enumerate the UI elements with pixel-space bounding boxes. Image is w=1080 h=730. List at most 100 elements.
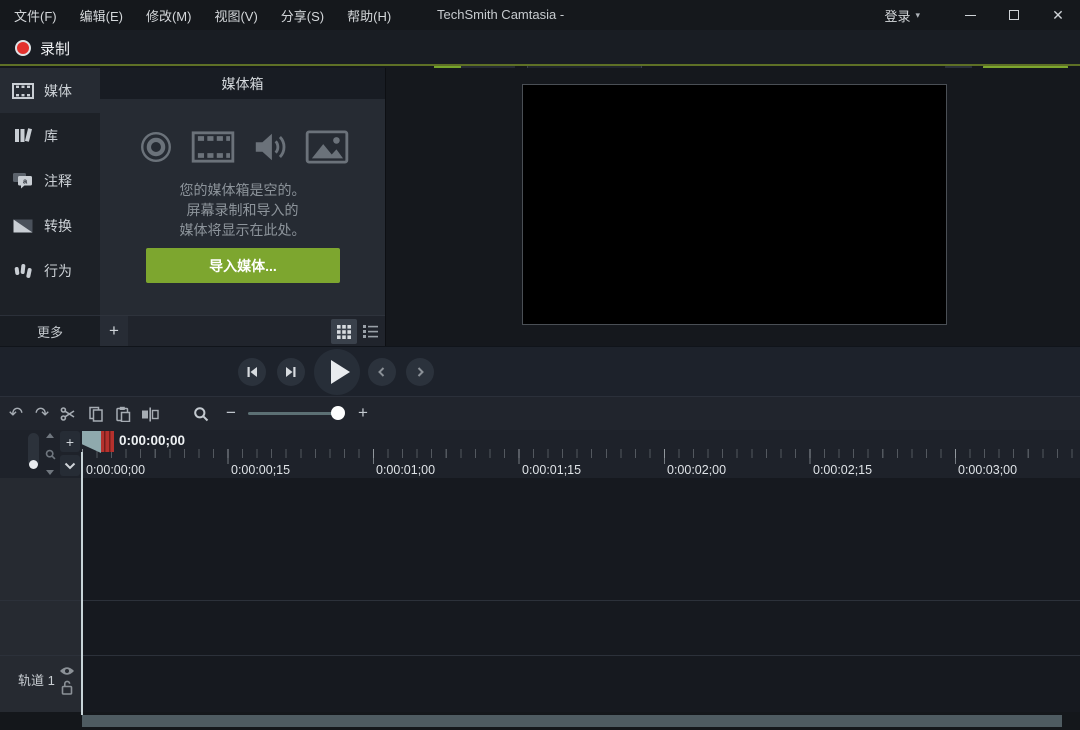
login-label: 登录 [884,6,910,25]
sidebar-label-behaviors: 行为 [44,261,72,281]
jump-forward-button[interactable] [406,358,434,386]
empty-text-line2: 屏幕录制和导入的 [100,200,385,220]
ruler-label-3: 0:00:01;15 [522,463,581,477]
redo-button[interactable]: ↷ [29,397,55,431]
import-media-button[interactable]: 导入媒体... [146,248,340,283]
jump-back-button[interactable] [368,358,396,386]
menu-edit[interactable]: 编辑(E) [80,6,123,25]
track-divider [0,600,1080,601]
timeline-zoom-in-button[interactable]: + [351,396,375,430]
image-icon [305,130,349,164]
copy-icon [88,406,104,422]
timeline-ruler[interactable]: 0:00:00;00 0:00:00;15 0:00:01;00 0:00:01… [0,430,1080,478]
sidebar-item-media[interactable]: 媒体 [0,68,100,113]
step-back-icon [246,366,258,378]
sidebar-more-button[interactable]: 更多 [0,315,100,346]
playhead-grip[interactable] [101,431,114,452]
timeline-toolbar: ↶ ↷ [0,396,1080,430]
empty-text-line1: 您的媒体箱是空的。 [100,180,385,200]
timeline-left-controls: + [0,430,82,478]
timeline-tracks: 轨道 1 [0,478,1080,712]
record-button[interactable]: 录制 [9,30,76,66]
timeline-zoom-button[interactable] [188,397,214,431]
annotations-icon: a [11,172,35,189]
window-title: TechSmith Camtasia - [437,0,564,30]
undo-icon: ↶ [9,404,23,424]
playhead-line[interactable] [81,452,83,715]
menu-help[interactable]: 帮助(H) [347,6,391,25]
media-bin-bottom-bar: + [100,315,385,346]
menu-file[interactable]: 文件(F) [14,6,57,25]
copy-button[interactable] [83,397,109,431]
close-button[interactable]: ✕ [1036,0,1080,30]
menu-bar: 文件(F) 编辑(E) 修改(M) 视图(V) 分享(S) 帮助(H) Tech… [0,0,1080,30]
behaviors-icon [11,262,35,280]
grid-view-button[interactable] [331,319,357,344]
step-back-button[interactable] [238,358,266,386]
add-media-button[interactable]: + [100,316,128,346]
split-button[interactable] [137,397,163,431]
record-icon [15,40,31,56]
sidebar-item-transitions[interactable]: 转换 [0,203,100,248]
timeline-zoom-out-button[interactable]: − [219,396,243,430]
more-label: 更多 [37,322,63,341]
chevron-right-icon [414,366,426,378]
media-bin-panel: 媒体箱 您的媒体箱是空的。 屏幕录制和导入的 媒体将显示在此处。 导入媒体...… [100,68,385,346]
caret-down-icon: ▾ [915,10,920,21]
track-height-handle[interactable] [29,460,38,469]
cut-icon [60,406,76,422]
timeline-zoom-slider[interactable] [248,412,342,415]
ruler-label-5: 0:00:02;15 [813,463,872,477]
magnifier-icon [193,406,209,422]
decrease-track-height-icon[interactable] [46,470,54,475]
maximize-icon [1009,10,1019,20]
ruler-major-ticks [82,449,1080,464]
list-view-button[interactable] [357,319,383,344]
track1-visibility-toggle[interactable] [59,666,75,676]
cut-button[interactable] [55,397,81,431]
minimize-icon [965,15,976,16]
collapse-tracks-button[interactable] [60,455,80,476]
media-icon [11,83,35,99]
paste-button[interactable] [110,397,136,431]
main-area: 媒体 库 a 注释 转换 [0,68,1080,346]
sidebar-label-media: 媒体 [44,81,72,101]
add-track-button[interactable]: + [60,431,80,452]
login-button[interactable]: 登录 ▾ [884,0,920,30]
step-forward-button[interactable] [277,358,305,386]
chevron-left-icon [376,366,388,378]
ruler-label-4: 0:00:02;00 [667,463,726,477]
menu-view[interactable]: 视图(V) [214,6,257,25]
menu-modify[interactable]: 修改(M) [146,6,192,25]
sidebar-label-annotations: 注释 [44,171,72,191]
sidebar-item-behaviors[interactable]: 行为 [0,248,100,293]
sidebar-item-annotations[interactable]: a 注释 [0,158,100,203]
import-media-label: 导入媒体... [209,256,277,276]
track1-name[interactable]: 轨道 1 [18,670,55,689]
increase-track-height-icon[interactable] [46,433,54,438]
media-bin-empty-text: 您的媒体箱是空的。 屏幕录制和导入的 媒体将显示在此处。 [100,180,385,240]
preview-canvas [522,84,947,325]
canvas-area [385,68,1080,346]
undo-button[interactable]: ↶ [3,397,29,431]
ruler-label-2: 0:00:01;00 [376,463,435,477]
track1-lock-toggle[interactable] [61,680,73,695]
lock-open-icon [61,680,73,695]
maximize-button[interactable] [992,0,1036,30]
ruler-strip[interactable]: 0:00:00;00 0:00:00;15 0:00:01;00 0:00:01… [82,430,1080,478]
audio-icon [251,129,289,165]
media-bin-title: 媒体箱 [100,68,385,99]
timeline-zoom-handle[interactable] [331,406,345,420]
horizontal-scrollbar-thumb[interactable] [82,715,1062,727]
ruler-label-1: 0:00:00;15 [231,463,290,477]
redo-icon: ↷ [35,404,49,424]
sidebar: 媒体 库 a 注释 转换 [0,68,100,346]
play-button[interactable] [314,349,360,395]
record-label: 录制 [40,38,70,59]
play-icon [331,360,350,384]
minimize-button[interactable] [948,0,992,30]
sidebar-label-transitions: 转换 [44,216,72,236]
menu-share[interactable]: 分享(S) [281,6,324,25]
chevron-down-icon [64,462,76,470]
sidebar-item-library[interactable]: 库 [0,113,100,158]
